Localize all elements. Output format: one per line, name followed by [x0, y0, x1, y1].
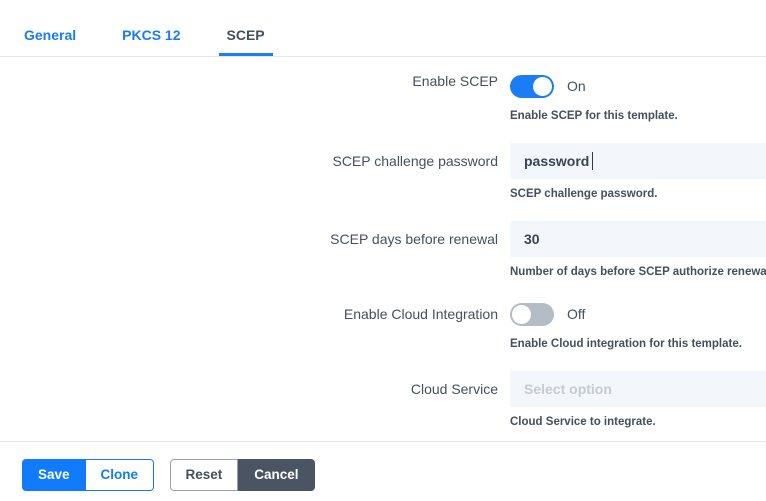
tab-general[interactable]: General [12, 28, 88, 56]
cloud-service-help: Cloud Service to integrate. [510, 416, 656, 428]
challenge-password-input-shell [510, 143, 766, 179]
reset-cancel-button-group: Reset Cancel [169, 459, 315, 491]
tab-scep[interactable]: SCEP [215, 28, 277, 56]
reset-button[interactable]: Reset [169, 459, 239, 491]
scep-settings-form: Enable SCEP On Enable SCEP for this temp… [0, 57, 766, 429]
field-days-before-renewal: SCEP days before renewal Number of days … [0, 221, 766, 279]
days-before-renewal-label: SCEP days before renewal [330, 231, 498, 247]
enable-scep-toggle[interactable]: On [510, 71, 766, 101]
cancel-button[interactable]: Cancel [238, 459, 315, 491]
challenge-password-input[interactable] [510, 143, 766, 179]
challenge-password-help: SCEP challenge password. [510, 188, 658, 200]
cloud-service-select[interactable]: Select option [510, 371, 766, 407]
field-cloud-service: Cloud Service Select option Cloud Servic… [0, 371, 766, 429]
challenge-password-control: SCEP challenge password. [510, 143, 766, 201]
tab-pkcs-12[interactable]: PKCS 12 [110, 28, 192, 56]
challenge-password-label: SCEP challenge password [332, 153, 498, 169]
enable-scep-help: Enable SCEP for this template. [510, 110, 678, 122]
enable-scep-state-text: On [567, 78, 586, 94]
clone-button[interactable]: Clone [85, 459, 155, 491]
field-enable-scep: Enable SCEP On Enable SCEP for this temp… [0, 71, 766, 123]
days-before-renewal-help: Number of days before SCEP authorize ren… [510, 266, 766, 278]
days-before-renewal-control: Number of days before SCEP authorize ren… [510, 221, 766, 279]
field-cloud-integration: Enable Cloud Integration Off Enable Clou… [0, 299, 766, 351]
tab-bar: General PKCS 12 SCEP [0, 0, 766, 57]
cloud-integration-state-text: Off [567, 306, 586, 322]
cloud-integration-control: Off Enable Cloud integration for this te… [510, 299, 766, 351]
toggle-track-off-icon [510, 302, 554, 326]
toggle-knob-icon [533, 76, 552, 96]
enable-scep-control: On Enable SCEP for this template. [510, 71, 766, 123]
cloud-service-label: Cloud Service [410, 381, 498, 397]
cloud-integration-toggle[interactable]: Off [510, 299, 766, 329]
field-challenge-password: SCEP challenge password SCEP challenge p… [0, 143, 766, 201]
days-before-renewal-input[interactable] [510, 221, 766, 257]
cloud-service-control: Select option Cloud Service to integrate… [510, 371, 766, 429]
save-button[interactable]: Save [22, 459, 86, 491]
toggle-track-on-icon [510, 74, 554, 98]
cloud-integration-help: Enable Cloud integration for this templa… [510, 338, 742, 350]
cloud-integration-label: Enable Cloud Integration [343, 306, 498, 322]
enable-scep-label: Enable SCEP [412, 73, 498, 89]
text-caret [592, 152, 593, 170]
save-clone-button-group: Save Clone [22, 459, 155, 491]
form-footer: Save Clone Reset Cancel [0, 441, 766, 491]
toggle-knob-icon [512, 304, 531, 324]
